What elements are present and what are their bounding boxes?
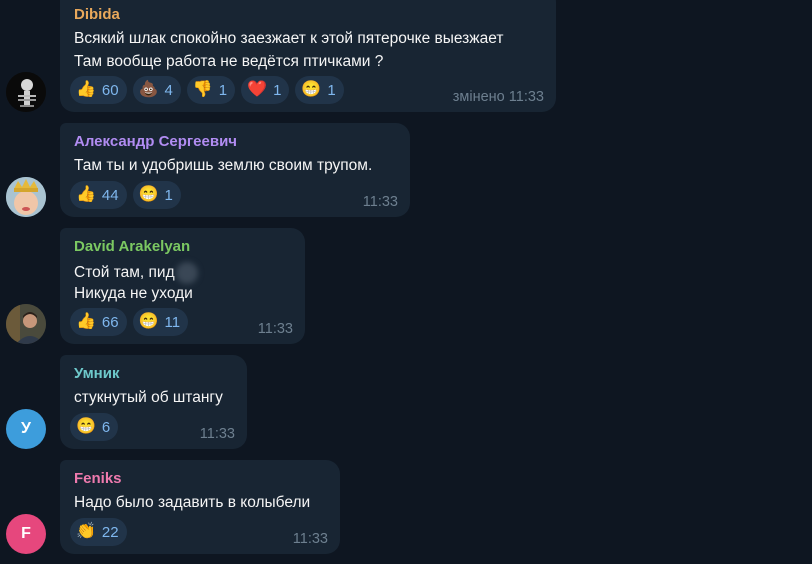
message-time: 11:33 [199,426,235,442]
thumbs-up-icon: 👍 [76,81,96,98]
author-name[interactable]: Умник [74,365,119,382]
message-bubble[interactable]: Dibida Всякий шлак спокойно заезжает к э… [60,0,556,112]
reaction-poop[interactable]: 💩 4 [132,76,181,104]
crowned-face-avatar-icon [6,177,46,217]
message-text: Стой там, пид [74,264,175,282]
message-time: 11:33 [257,321,293,337]
avatar[interactable] [6,304,46,344]
message-bubble[interactable]: Feniks Надо было задавить в колыбели 👏 22… [60,460,340,554]
message-time: змінено 11:33 [452,89,544,105]
reactions-bar: 😁 6 [70,413,119,441]
author-name[interactable]: Александр Сергеевич [74,133,237,150]
reaction-count: 1 [164,186,173,204]
skeleton-avatar-icon [6,72,46,112]
avatar-letter-u[interactable]: У [6,409,46,449]
heart-icon: ❤️ [247,81,268,98]
message-text-line: Всякий шлак спокойно заезжает к этой пят… [74,30,504,47]
message-text-line: Там ты и удобришь землю своим трупом. [74,157,373,174]
reaction-count: 1 [327,81,336,99]
grin-icon: 😁 [76,418,96,435]
reaction-count: 60 [101,81,119,99]
grin-icon: 😁 [301,81,322,98]
message-text-line: стукнутый об штангу [74,389,223,406]
thumbs-up-icon: 👍 [76,313,96,330]
reaction-count: 4 [164,81,173,99]
reaction-thumbs-up[interactable]: 👍 60 [70,76,127,104]
clapping-hands-icon: 👏 [76,523,96,540]
avatar[interactable] [6,72,46,112]
reaction-count: 66 [101,313,119,331]
message-time: 11:33 [292,531,328,547]
message-bubble[interactable]: David Arakelyan Стой там, пид Никуда не … [60,228,305,344]
reaction-count: 11 [164,313,181,331]
reaction-count: 6 [101,418,111,436]
reaction-clap[interactable]: 👏 22 [70,518,127,546]
reaction-grin[interactable]: 😁 6 [70,413,119,441]
message-text-line: Никуда не уходи [74,285,193,302]
author-name[interactable]: Feniks [74,470,122,487]
thumbs-up-icon: 👍 [76,186,96,203]
person-photo-avatar-icon [6,304,46,344]
message-bubble[interactable]: Умник стукнутый об штангу 😁 6 11:33 [60,355,247,449]
thumbs-down-icon: 👎 [192,81,213,98]
grin-icon: 😁 [138,186,159,203]
reaction-count: 1 [218,81,228,99]
avatar-letter-f[interactable]: F [6,514,46,554]
reaction-grin[interactable]: 😁 1 [295,76,344,104]
author-name[interactable]: Dibida [74,6,120,23]
message-bubble[interactable]: Александр Сергеевич Там ты и удобришь зе… [60,123,410,217]
spoiler-blur[interactable] [175,262,198,284]
reaction-grin[interactable]: 😁 1 [132,181,181,209]
poop-icon: 💩 [138,81,159,98]
message-time: 11:33 [362,194,398,210]
reaction-thumbs-down[interactable]: 👎 1 [186,76,236,104]
reaction-thumbs-up[interactable]: 👍 44 [70,181,127,209]
reaction-heart[interactable]: ❤️ 1 [241,76,290,104]
reactions-bar: 👍 44 😁 1 [70,181,181,209]
reaction-count: 1 [273,81,282,99]
author-name[interactable]: David Arakelyan [74,238,190,255]
reactions-bar: 👍 60 💩 4 👎 1 ❤️ 1 😁 1 [70,76,344,104]
avatar[interactable] [6,177,46,217]
grin-icon: 😁 [138,313,159,330]
reaction-count: 22 [101,523,119,541]
message-text-line: Стой там, пид [74,262,198,284]
message-text-line: Надо было задавить в колыбели [74,494,311,511]
reactions-bar: 👍 66 😁 11 [70,308,189,336]
reaction-thumbs-up[interactable]: 👍 66 [70,308,127,336]
message-text-line: Там вообще работа не ведётся птичками ? [74,53,384,70]
reaction-count: 44 [101,186,119,204]
reaction-grin[interactable]: 😁 11 [132,308,189,336]
reactions-bar: 👏 22 [70,518,127,546]
